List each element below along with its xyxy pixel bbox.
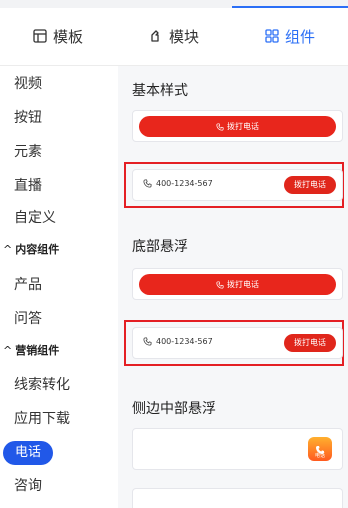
side-float-card[interactable]: 电话 [132, 428, 343, 470]
component-preview-panel: 基本样式 拨打电话 400-1234-567 拨打电话 底部悬浮 拨打电话 40… [118, 66, 348, 508]
component-tabs: 模板 模块 组件 [0, 0, 348, 66]
template-icon [33, 29, 47, 43]
section-title-side-float: 侧边中部悬浮 [132, 401, 216, 417]
active-tab-indicator [232, 6, 348, 8]
tab-template[interactable]: 模板 [0, 8, 116, 64]
call-bar-bottom-card[interactable]: 拨打电话 [132, 268, 343, 300]
sidebar-item-product[interactable]: 产品 [14, 275, 42, 295]
component-icon [265, 29, 279, 43]
tab-component[interactable]: 组件 [232, 6, 348, 64]
caret-up-icon: ^ [3, 243, 13, 256]
phone-icon [216, 122, 224, 131]
sidebar-item-video[interactable]: 视频 [14, 74, 42, 94]
tab-module-label: 模块 [168, 27, 199, 46]
phone-float-button[interactable]: 电话 [308, 437, 332, 461]
sidebar-group-marketing-label: 营销组件 [15, 344, 60, 357]
call-bar[interactable]: 拨打电话 [139, 274, 336, 295]
call-bar[interactable]: 拨打电话 [139, 116, 336, 137]
sidebar-item-qa[interactable]: 问答 [14, 309, 42, 329]
tab-module[interactable]: 模块 [116, 8, 232, 64]
tab-template-label: 模板 [52, 27, 83, 46]
sidebar-group-marketing[interactable]: ^ 营销组件 [3, 342, 59, 360]
module-icon [149, 29, 163, 43]
phone-float-label: 电话 [314, 453, 325, 459]
sidebar-item-app-download[interactable]: 应用下载 [14, 409, 70, 429]
phone-number-text: 400-1234-567 [156, 179, 213, 188]
caret-up-icon: ^ [3, 344, 13, 357]
call-bar-label: 拨打电话 [227, 122, 259, 131]
tab-component-label: 组件 [284, 27, 315, 46]
call-button[interactable]: 拨打电话 [284, 176, 336, 194]
sidebar-item-phone[interactable]: 电话 [3, 441, 53, 465]
sidebar-item-button[interactable]: 按钮 [14, 108, 42, 128]
sidebar-group-content[interactable]: ^ 内容组件 [3, 241, 59, 259]
sidebar-group-content-label: 内容组件 [15, 243, 60, 256]
phone-number-card[interactable]: 400-1234-567 拨打电话 [132, 169, 343, 201]
next-preview-card[interactable] [132, 488, 343, 508]
phone-number-text: 400-1234-567 [156, 337, 213, 346]
phone-icon [216, 280, 224, 289]
phone-icon [143, 179, 152, 188]
sidebar-item-lead-conversion[interactable]: 线索转化 [14, 375, 70, 395]
phone-number: 400-1234-567 [143, 179, 213, 188]
sidebar-item-element[interactable]: 元素 [14, 142, 42, 162]
phone-icon [143, 337, 152, 346]
section-title-basic: 基本样式 [132, 83, 188, 99]
call-button[interactable]: 拨打电话 [284, 334, 336, 352]
phone-number: 400-1234-567 [143, 337, 213, 346]
sidebar-item-consult[interactable]: 咨询 [14, 476, 42, 496]
section-title-bottom-float: 底部悬浮 [132, 239, 188, 255]
call-bar-basic-card[interactable]: 拨打电话 [132, 110, 343, 142]
phone-number-card[interactable]: 400-1234-567 拨打电话 [132, 327, 343, 359]
call-bar-label: 拨打电话 [227, 280, 259, 289]
sidebar-item-custom[interactable]: 自定义 [14, 208, 56, 228]
sidebar-item-live[interactable]: 直播 [14, 176, 42, 196]
component-sidebar: 视频 按钮 元素 直播 自定义 ^ 内容组件 产品 问答 ^ 营销组件 线索转化 应… [0, 66, 118, 508]
